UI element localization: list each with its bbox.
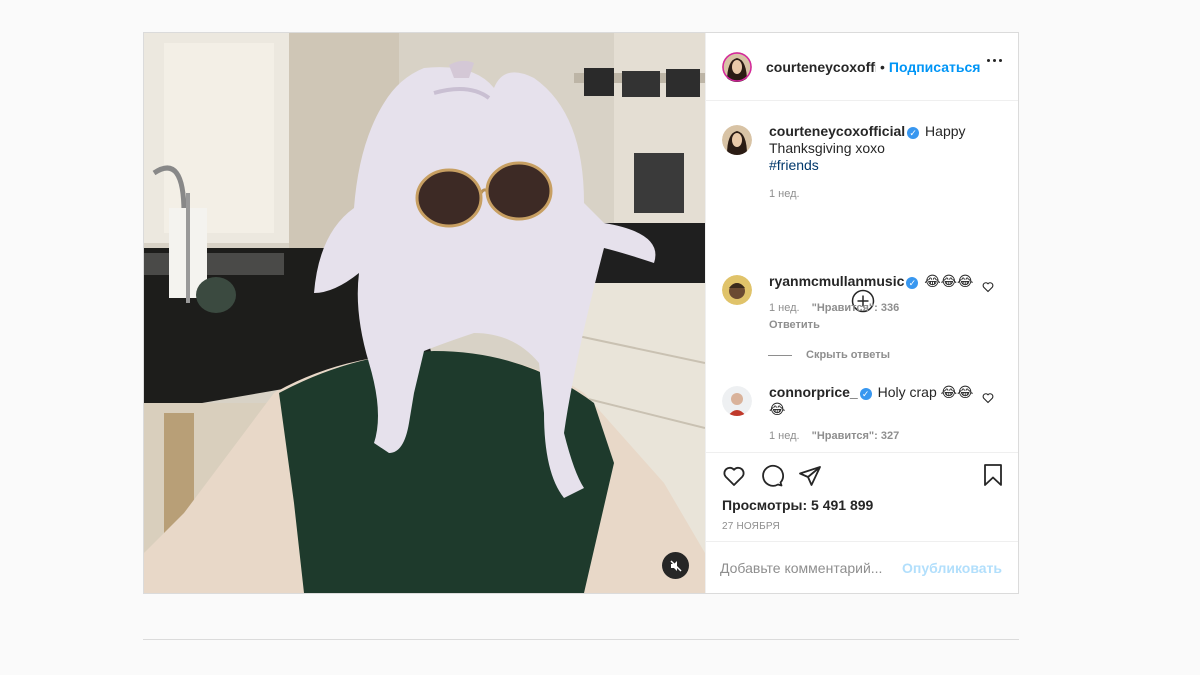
verified-badge-icon: ✓ — [906, 277, 919, 289]
comment-username[interactable]: ryanmcmullanmusic — [769, 273, 904, 289]
share-paper-plane-icon[interactable] — [798, 464, 822, 488]
video-frame-image — [144, 33, 705, 593]
instagram-post: courteneycoxoffi • Подписаться courteney… — [143, 32, 1019, 594]
like-heart-icon[interactable] — [722, 464, 746, 488]
caption: courteneycoxofficial ✓ Happy Thanksgiving… — [722, 123, 1002, 203]
comment-bubble-icon[interactable] — [760, 464, 784, 488]
hashtag-link[interactable]: #friends — [769, 157, 819, 173]
avatar[interactable] — [722, 125, 752, 155]
reply-button[interactable]: Ответить — [769, 317, 979, 334]
verified-badge-icon: ✓ — [907, 127, 920, 139]
comment-text: 😂😂😂 — [924, 273, 974, 289]
avatar-image — [722, 386, 752, 416]
follow-button[interactable]: Подписаться — [889, 59, 981, 75]
heart-icon[interactable] — [982, 281, 994, 293]
comment-likes[interactable]: "Нравится": 336 — [812, 300, 900, 317]
heart-icon[interactable] — [982, 392, 994, 404]
header-username[interactable]: courteneycoxoffi — [766, 59, 876, 75]
avatar[interactable] — [722, 386, 752, 416]
caption-time[interactable]: 1 нед. — [769, 186, 800, 203]
caption-username[interactable]: courteneycoxofficial — [769, 123, 905, 139]
views-count[interactable]: Просмотры: 5 491 899 — [722, 497, 1002, 513]
comment-item: ryanmcmullanmusic ✓ 😂😂😂 1 нед. "Нравится":… — [722, 273, 1002, 334]
comment-item: connorprice_ ✓ Holy crap 😂😂😂 1 нед. "Нрави… — [722, 384, 1002, 445]
comment-time[interactable]: 1 нед. — [769, 300, 800, 317]
separator-dot: • — [880, 58, 885, 75]
post-video[interactable] — [144, 33, 705, 593]
avatar-image — [722, 125, 752, 155]
divider — [143, 639, 1019, 640]
post-sidebar: courteneycoxoffi • Подписаться courteney… — [705, 33, 1018, 593]
divider-line — [768, 354, 792, 356]
speaker-muted-icon — [669, 559, 682, 572]
avatar[interactable] — [722, 275, 752, 305]
post-header: courteneycoxoffi • Подписаться — [706, 33, 1018, 101]
post-date[interactable]: 27 НОЯБРЯ — [722, 521, 1002, 532]
avatar-image — [722, 275, 752, 305]
comment-time[interactable]: 1 нед. — [769, 428, 800, 445]
post-actions: Просмотры: 5 491 899 27 НОЯБРЯ — [706, 452, 1018, 541]
bookmark-icon[interactable] — [982, 463, 1004, 487]
comments-area[interactable]: courteneycoxofficial ✓ Happy Thanksgiving… — [706, 101, 1018, 452]
comment-username[interactable]: connorprice_ — [769, 384, 858, 400]
verified-badge-icon: ✓ — [859, 388, 872, 400]
add-comment-bar: Добавьте комментарий... Опубликовать — [706, 541, 1018, 593]
publish-button[interactable]: Опубликовать — [902, 560, 1002, 576]
avatar[interactable] — [722, 51, 752, 82]
comment-input[interactable]: Добавьте комментарий... — [720, 560, 902, 576]
comment-likes[interactable]: "Нравится": 327 — [812, 428, 900, 445]
avatar-image — [722, 51, 752, 82]
mute-toggle[interactable] — [662, 552, 689, 579]
hide-replies-button[interactable]: Скрыть ответы — [768, 349, 890, 361]
more-dots-icon[interactable] — [987, 59, 1002, 62]
hide-replies-label: Скрыть ответы — [806, 349, 890, 361]
